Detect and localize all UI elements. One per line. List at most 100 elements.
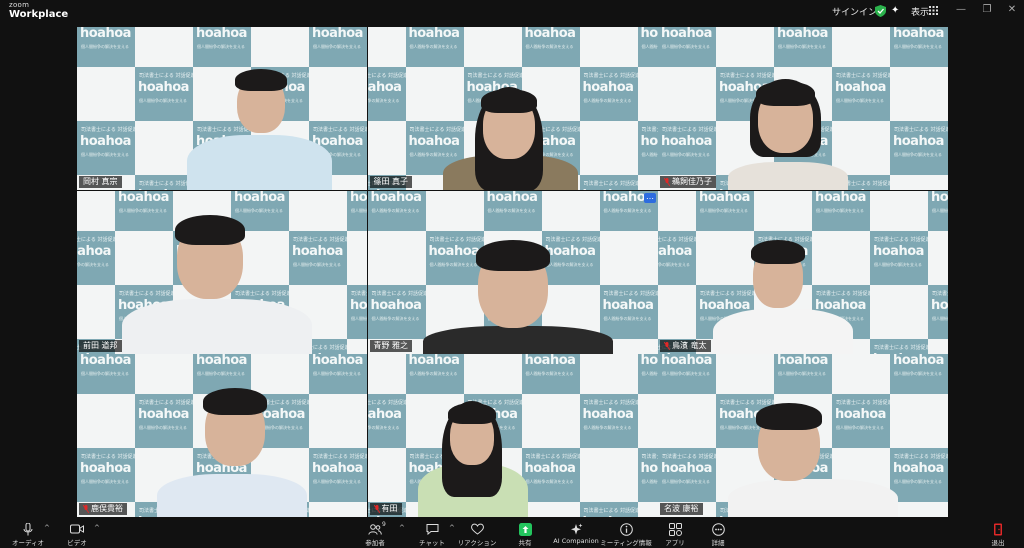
participant-hair-top — [235, 69, 287, 91]
more-dots-icon — [711, 522, 725, 536]
close-icon[interactable]: ✕ — [1006, 4, 1018, 16]
ai-companion-label: AI Companion — [553, 537, 599, 545]
camera-icon — [70, 524, 84, 534]
chat-icon — [426, 524, 438, 535]
video-tile[interactable]: 司法書士による 対話促進ネットワークhoahoa個人間紛争の解決を支える司法書士… — [367, 190, 658, 354]
tile-more-options-button[interactable]: … — [644, 193, 656, 203]
participants-icon — [368, 523, 382, 535]
participant-video — [77, 191, 367, 354]
participant-video — [77, 27, 367, 190]
restore-icon[interactable]: ❐ — [981, 4, 993, 16]
participant-name: 岡村 真宗 — [83, 177, 118, 186]
participant-hair-top — [175, 214, 245, 245]
info-icon — [619, 522, 633, 536]
participant-hair-top — [751, 239, 805, 264]
video-tile[interactable]: 司法書士による 対話促進ネットワークhoahoa個人間紛争の解決を支える司法書士… — [77, 27, 367, 190]
participant-body — [122, 298, 312, 354]
video-label: ビデオ — [67, 539, 87, 547]
video-tile[interactable]: 司法書士による 対話促進ネットワークhoahoa個人間紛争の解決を支える司法書士… — [658, 190, 948, 354]
participant-body — [422, 325, 613, 354]
video-tile[interactable]: 司法書士による 対話促進ネットワークhoahoa個人間紛争の解決を支える司法書士… — [77, 354, 367, 517]
leave-label: 退出 — [991, 539, 1005, 547]
leave-door-icon — [994, 523, 1002, 535]
participant-video — [658, 354, 948, 517]
more-label: 詳細 — [711, 539, 725, 547]
participant-name: 前田 道邦 — [83, 340, 118, 350]
participant-name: 青野 雅之 — [373, 340, 409, 350]
video-tile[interactable]: 司法書士による 対話促進ネットワークhoahoa個人間紛争の解決を支える司法書士… — [658, 27, 948, 190]
video-options-chevron-icon[interactable]: ^ — [94, 524, 100, 532]
video-tile[interactable]: 司法書士による 対話促進ネットワークhoahoa個人間紛争の解決を支える司法書士… — [367, 354, 658, 517]
share-screen-icon — [518, 522, 532, 536]
participant-hair-top — [480, 89, 537, 113]
reactions-label: リアクション — [457, 539, 497, 547]
participant-name-tag: 鳥濱 竜太 — [660, 339, 711, 352]
ai-companion-button[interactable]: AI Companion — [548, 522, 604, 545]
participant-name-tag: 名波 康裕 — [660, 503, 703, 515]
chat-label: チャット — [419, 539, 445, 547]
participant-video — [77, 354, 367, 517]
participant-name-tag: 青野 雅之 — [369, 339, 413, 352]
video-gallery: 司法書士による 対話促進ネットワークhoahoa個人間紛争の解決を支える司法書士… — [77, 27, 948, 517]
participant-body — [157, 474, 307, 517]
participant-name-tag: 有田 — [369, 503, 402, 515]
participant-name-tag: 岡村 真宗 — [79, 176, 122, 188]
participant-name: 鳥濱 竜太 — [672, 340, 707, 350]
video-tile[interactable]: 司法書士による 対話促進ネットワークhoahoa個人間紛争の解決を支える司法書士… — [658, 354, 948, 517]
security-shield-icon[interactable] — [875, 5, 886, 17]
muted-microphone-icon — [83, 505, 89, 513]
microphone-icon — [23, 522, 33, 535]
apps-label: アプリ — [665, 539, 685, 547]
participants-label: 参加者 — [365, 539, 385, 547]
logo-zoom-text: zoom — [9, 1, 30, 9]
share-label: 共有 — [518, 539, 532, 547]
participant-hair-top — [447, 403, 496, 424]
signin-button[interactable]: サインイン — [832, 5, 877, 18]
meeting-toolbar: オーディオ ^ ビデオ ^ 参加者 9 ^ チャット ^ リアクション 共有 A… — [0, 520, 1024, 548]
participant-hair-top — [756, 81, 815, 106]
participant-body — [187, 135, 332, 190]
share-button[interactable]: 共有 — [497, 522, 553, 547]
participant-name-tag: 篠田 真子 — [369, 176, 413, 188]
participant-video — [658, 27, 948, 190]
ai-companion-icon — [570, 523, 582, 535]
video-tile[interactable]: 司法書士による 対話促進ネットワークhoahoa個人間紛争の解決を支える司法書士… — [367, 27, 658, 190]
participant-body — [728, 162, 848, 190]
title-bar: zoom Workplace サインイン ✦ 表示 — ❐ ✕ — [0, 0, 1024, 24]
participant-body — [728, 479, 898, 517]
participant-video — [658, 191, 948, 354]
video-tile[interactable]: 司法書士による 対話促進ネットワークhoahoa個人間紛争の解決を支える司法書士… — [77, 190, 367, 354]
participant-video — [368, 191, 658, 354]
participant-name: 鵜飼佳乃子 — [672, 177, 712, 186]
participant-name: 鹿俣貴裕 — [91, 504, 123, 513]
participant-video — [368, 27, 658, 190]
minimize-icon[interactable]: — — [955, 4, 967, 16]
participant-name-tag: 鹿俣貴裕 — [79, 503, 127, 515]
ai-sparkle-icon[interactable]: ✦ — [891, 5, 902, 16]
participant-hair-top — [756, 403, 822, 430]
participant-name-tag: 前田 道邦 — [79, 339, 122, 352]
participant-hair-top — [203, 388, 267, 415]
participants-button[interactable]: 参加者 — [347, 522, 403, 547]
participant-name-tag: 鵜飼佳乃子 — [660, 176, 716, 188]
more-button[interactable]: 詳細 — [690, 522, 746, 547]
grid-view-icon[interactable] — [929, 6, 938, 15]
participant-video — [368, 354, 658, 517]
meeting-info-label: ミーティング情報 — [600, 539, 652, 547]
participant-name: 篠田 真子 — [373, 177, 409, 186]
zoom-meeting-window: zoom Workplace サインイン ✦ 表示 — ❐ ✕ 司法書士による … — [0, 0, 1024, 548]
meeting-info-button[interactable]: ミーティング情報 — [598, 522, 654, 547]
app-logo: zoom Workplace — [9, 2, 68, 20]
participants-count: 9 — [382, 521, 386, 528]
participant-body — [713, 308, 853, 354]
logo-workplace-text: Workplace — [9, 9, 69, 20]
participant-name: 有田 — [381, 504, 398, 513]
view-button[interactable]: 表示 — [911, 5, 929, 18]
heart-icon — [470, 523, 484, 535]
participant-name: 名波 康裕 — [664, 504, 699, 513]
muted-microphone-icon — [373, 505, 380, 513]
audio-label: オーディオ — [11, 539, 45, 547]
leave-button[interactable]: 退出 — [970, 522, 1024, 547]
muted-microphone-icon — [664, 341, 670, 350]
muted-microphone-icon — [664, 178, 670, 186]
